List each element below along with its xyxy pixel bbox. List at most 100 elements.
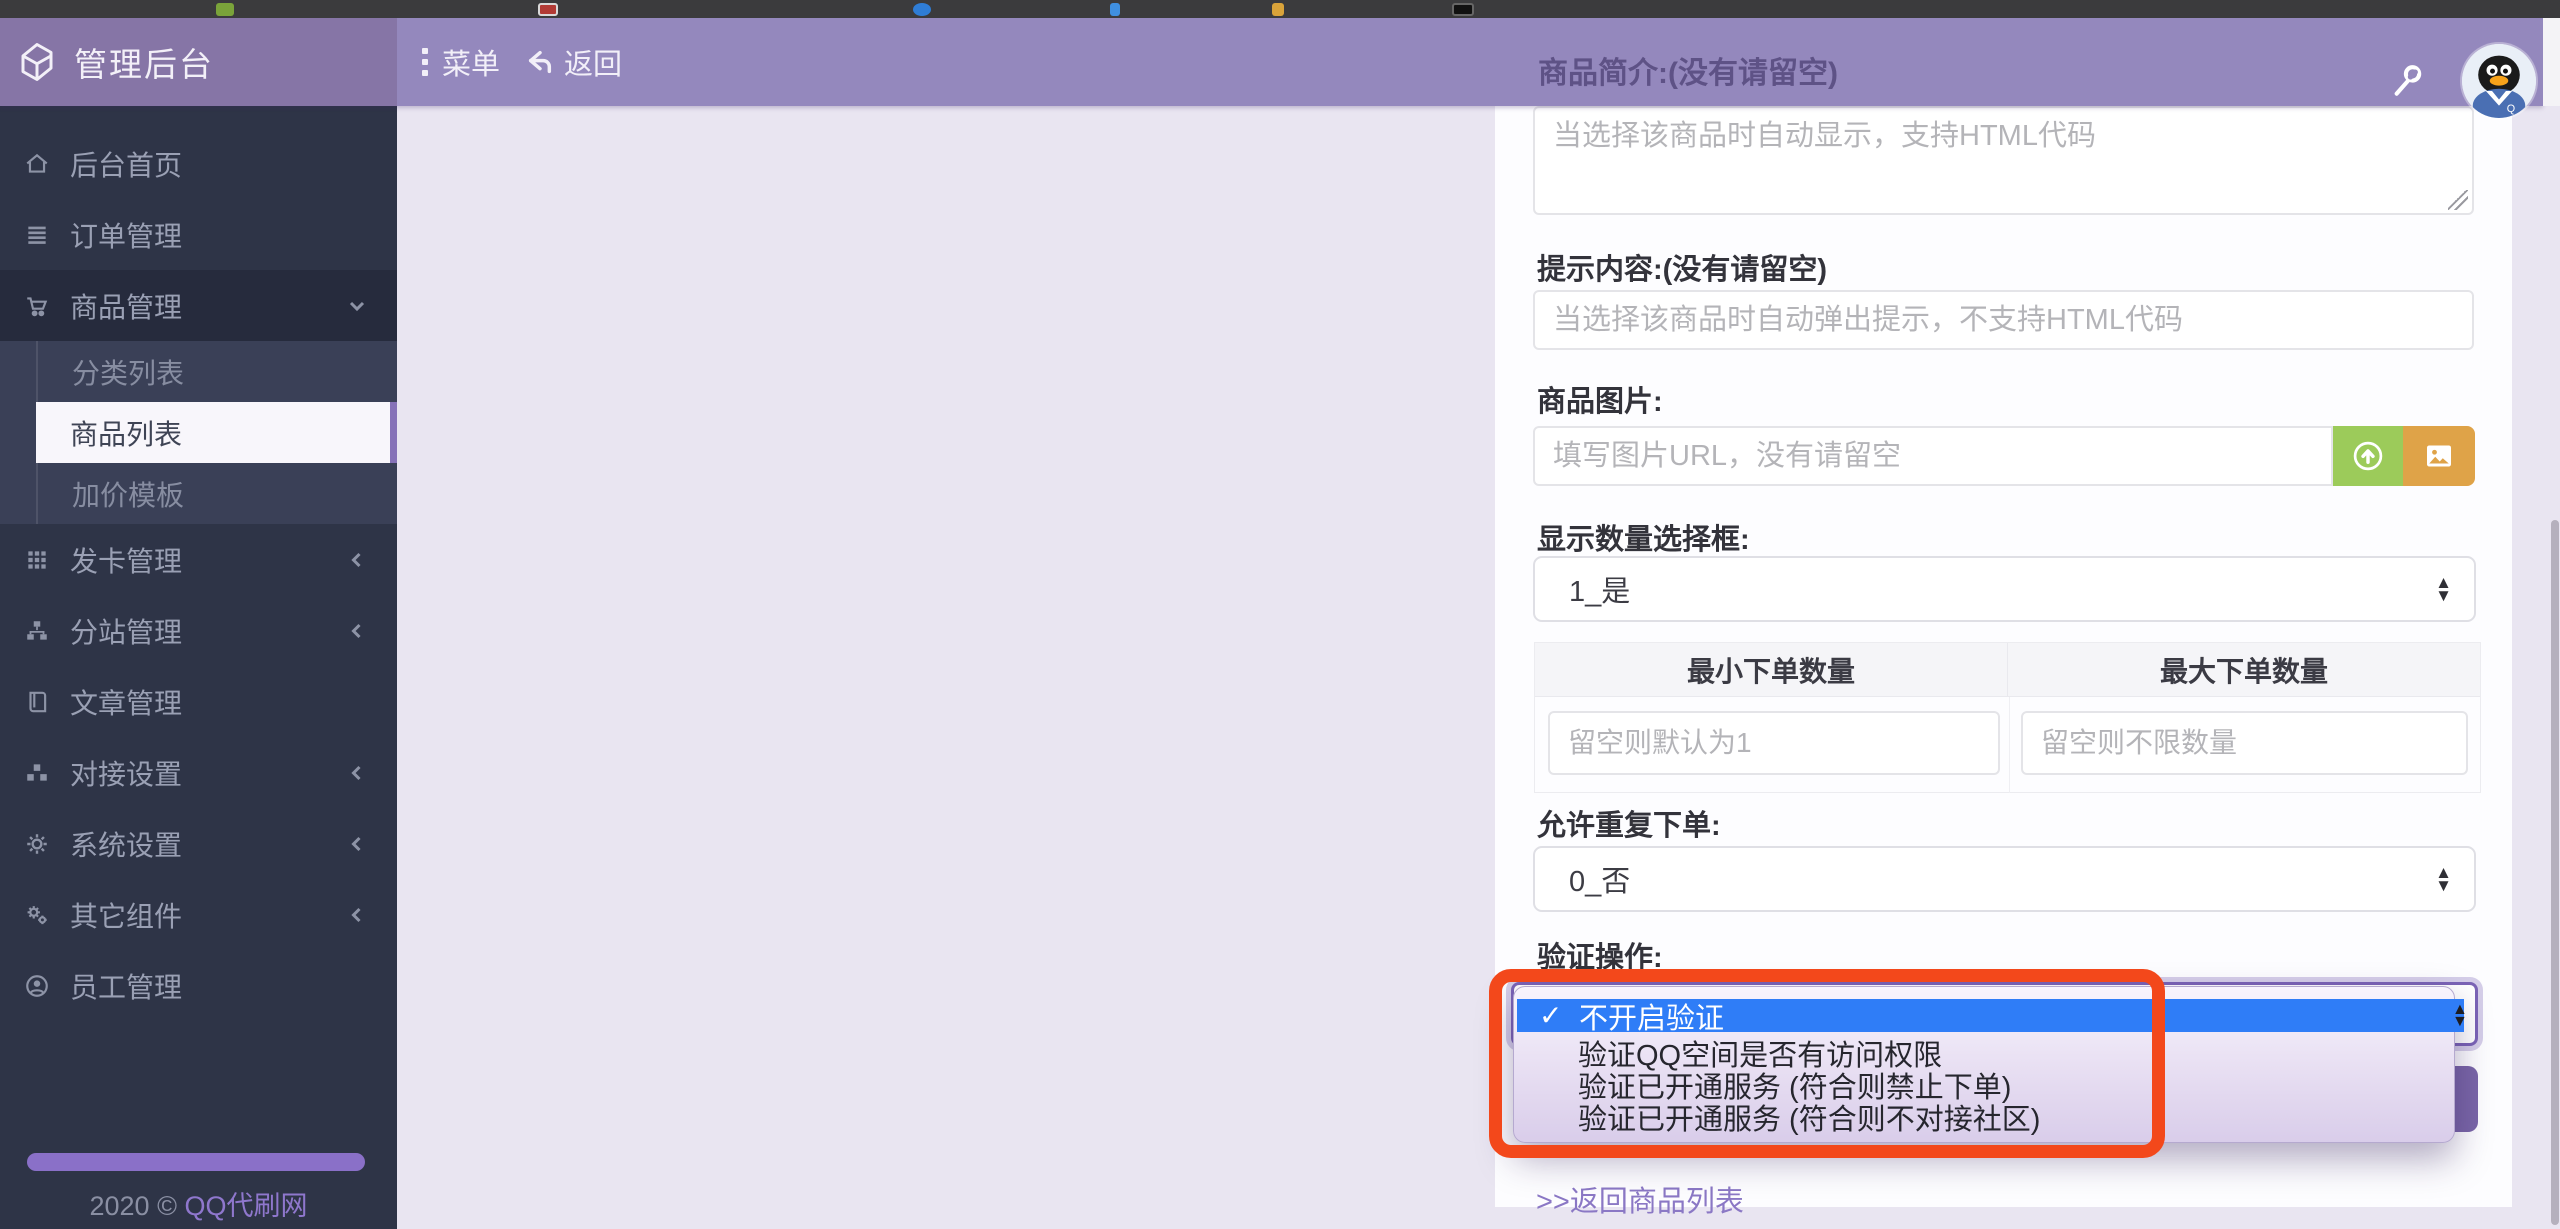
qty-box-label: 显示数量选择框:: [1537, 516, 1750, 558]
submenu-item-label: 加价模板: [72, 474, 184, 514]
svg-text:Q: Q: [2507, 103, 2515, 115]
app-icon-blue-small: [1110, 3, 1120, 16]
list-icon: [24, 222, 50, 248]
back-arrow-icon: [524, 46, 556, 78]
copyright: 2020 © QQ代刷网: [0, 1184, 397, 1223]
sidebar-item-label: 分站管理: [70, 611, 182, 651]
tip-label: 提示内容:(没有请留空): [1537, 246, 1827, 288]
submenu-item-markup-template[interactable]: 加价模板: [36, 463, 397, 524]
admin-page: 管理后台 菜单 返回 商品简介:(没有请留空) Q: [0, 0, 2560, 1229]
cube-logo-icon: [16, 41, 58, 83]
verify-selected-label: 不开启验证: [1579, 995, 1724, 1037]
sidebar-item-label: 商品管理: [70, 286, 182, 326]
os-menubar: [0, 0, 2560, 18]
brand-block[interactable]: 管理后台: [0, 18, 397, 106]
sidebar-item-docking[interactable]: 对接设置: [0, 737, 397, 808]
products-submenu: 分类列表 商品列表 加价模板: [0, 341, 397, 524]
repeat-label: 允许重复下单:: [1537, 802, 1721, 844]
user-icon: [24, 973, 50, 999]
sidebar-item-cards[interactable]: 发卡管理: [0, 524, 397, 595]
verify-label: 验证操作:: [1537, 934, 1663, 976]
sidebar-item-articles[interactable]: 文章管理: [0, 666, 397, 737]
app-icon-dark: [1452, 3, 1474, 16]
max-qty-header: 最大下单数量: [2008, 643, 2480, 696]
sidebar-item-label: 后台首页: [70, 144, 182, 184]
sidebar-item-orders[interactable]: 订单管理: [0, 199, 397, 270]
app-icon-blue: [913, 3, 931, 16]
upload-icon: [2350, 438, 2386, 474]
repeat-select[interactable]: 0_否 ▲▼: [1533, 846, 2476, 912]
back-to-product-list-link[interactable]: >>返回商品列表: [1536, 1178, 1744, 1220]
chevron-left-icon: [345, 761, 369, 785]
image-url-input[interactable]: [1533, 426, 2333, 486]
textarea-resize-grip[interactable]: [2448, 190, 2468, 210]
tip-input[interactable]: [1533, 290, 2474, 350]
select-arrows-icon: ▲▼: [2435, 866, 2452, 892]
submenu-item-label: 分类列表: [72, 352, 184, 392]
sidebar-item-staff[interactable]: 员工管理: [0, 950, 397, 1021]
sidebar-item-label: 订单管理: [70, 215, 182, 255]
table-header-row: 最小下单数量 最大下单数量: [1535, 643, 2480, 697]
cogs-icon: [24, 902, 50, 928]
verify-option-service-no-dock[interactable]: 验证已开通服务 (符合则不对接社区): [1578, 1101, 2040, 1133]
top-header: 管理后台 菜单 返回 商品简介:(没有请留空) Q: [0, 18, 2543, 106]
sidebar-scroll-bar[interactable]: [27, 1153, 365, 1171]
upload-button[interactable]: [2333, 426, 2403, 486]
sidebar-item-dashboard[interactable]: 后台首页: [0, 128, 397, 199]
sidebar-item-products[interactable]: 商品管理: [0, 270, 397, 341]
sitemap-icon: [24, 618, 50, 644]
repeat-select-value: 0_否: [1569, 858, 1630, 900]
chevron-left-icon: [345, 832, 369, 856]
cubes-icon: [24, 760, 50, 786]
check-icon: ✓: [1539, 999, 1579, 1032]
window-corner-sliver: [2543, 18, 2560, 106]
app-icon-green: [216, 3, 234, 16]
brand-title: 管理后台: [74, 38, 214, 86]
image-label: 商品图片:: [1537, 378, 1663, 420]
back-button[interactable]: 返回: [524, 18, 622, 106]
user-avatar[interactable]: Q: [2462, 44, 2536, 118]
sidebar-item-other-components[interactable]: 其它组件: [0, 879, 397, 950]
sidebar-item-system-settings[interactable]: 系统设置: [0, 808, 397, 879]
cart-icon: [24, 293, 50, 319]
sidebar-item-label: 员工管理: [70, 966, 182, 1006]
select-arrows-icon: ▲▼: [2452, 999, 2468, 1032]
chevron-left-icon: [345, 548, 369, 572]
submenu-item-label: 商品列表: [70, 413, 182, 453]
min-qty-header: 最小下单数量: [1535, 643, 2008, 696]
submenu-item-categories[interactable]: 分类列表: [36, 341, 397, 402]
back-button-label: 返回: [564, 41, 622, 83]
select-arrows-icon: ▲▼: [2435, 576, 2452, 602]
copyright-year: 2020 ©: [90, 1191, 185, 1221]
sidebar-item-label: 其它组件: [70, 895, 182, 935]
qty-box-select[interactable]: 1_是 ▲▼: [1533, 556, 2476, 622]
wrench-icon[interactable]: [2388, 62, 2426, 100]
sidebar-item-substations[interactable]: 分站管理: [0, 595, 397, 666]
max-qty-input[interactable]: [2021, 711, 2468, 775]
chevron-down-icon: [345, 294, 369, 318]
app-icon-yellow: [1272, 3, 1284, 16]
verify-option-selected[interactable]: ✓ 不开启验证: [1517, 999, 2464, 1032]
page-scrollbar[interactable]: [2551, 520, 2559, 1225]
qty-box-select-value: 1_是: [1569, 568, 1630, 610]
image-icon: [2421, 438, 2457, 474]
menu-button-label: 菜单: [442, 41, 500, 83]
chevron-left-icon: [345, 903, 369, 927]
intro-textarea[interactable]: [1533, 106, 2474, 215]
min-qty-input[interactable]: [1548, 711, 2000, 775]
gear-icon: [24, 831, 50, 857]
sidebar-item-label: 系统设置: [70, 824, 182, 864]
sidebar-item-label: 发卡管理: [70, 540, 182, 580]
book-icon: [24, 689, 50, 715]
submenu-item-product-list[interactable]: 商品列表: [36, 402, 397, 463]
site-link[interactable]: QQ代刷网: [184, 1191, 307, 1221]
grid-icon: [24, 547, 50, 573]
image-picker-button[interactable]: [2403, 426, 2475, 486]
sidebar-item-label: 文章管理: [70, 682, 182, 722]
intro-label-under-header: 商品简介:(没有请留空): [1538, 48, 1838, 92]
qq-penguin-avatar-image: Q: [2462, 44, 2536, 118]
chevron-left-icon: [345, 619, 369, 643]
app-icon-red: [538, 3, 558, 16]
menu-button[interactable]: 菜单: [422, 18, 500, 106]
home-icon: [24, 151, 50, 177]
